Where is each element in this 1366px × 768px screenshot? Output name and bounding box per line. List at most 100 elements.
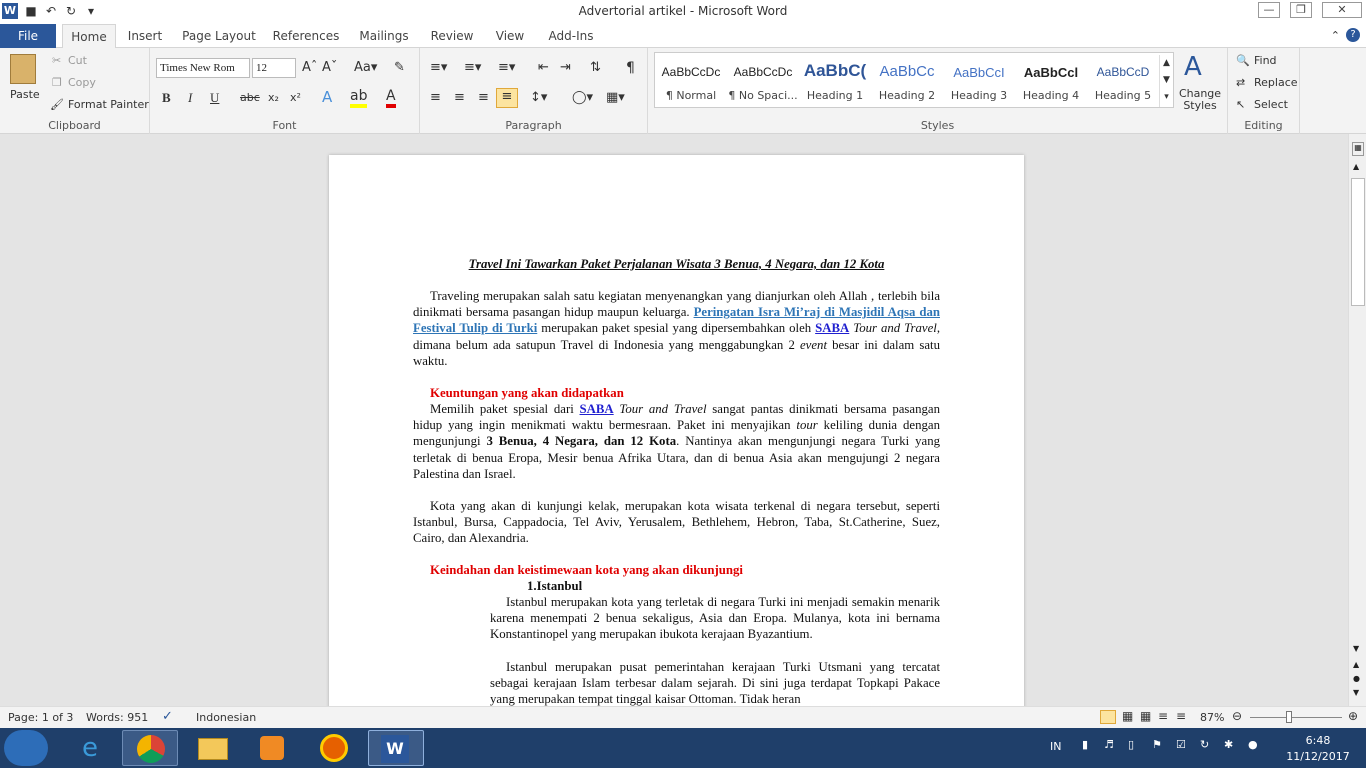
chrome-icon[interactable] xyxy=(122,730,178,766)
zoom-in-icon[interactable]: ⊕ xyxy=(1348,709,1358,723)
network-icon[interactable]: ▯ xyxy=(1128,738,1134,751)
battery-icon[interactable]: ▮ xyxy=(1082,738,1088,751)
sort-icon[interactable]: ⇅ xyxy=(590,60,601,75)
replace-icon[interactable]: ⇄ xyxy=(1236,76,1245,89)
align-left-icon[interactable]: ≡ xyxy=(430,90,441,105)
firefox-icon[interactable] xyxy=(306,730,362,766)
line-spacing-icon[interactable]: ↕▾ xyxy=(530,90,547,105)
styles-scroll-icon[interactable]: ▲ ▼ ▾ xyxy=(1159,55,1173,107)
font-size-input[interactable]: 12 xyxy=(252,58,296,78)
minimize-button[interactable]: — xyxy=(1258,2,1280,18)
zoom-level[interactable]: 87% xyxy=(1200,711,1224,724)
clock-date[interactable]: 11/12/2017 xyxy=(1282,750,1354,763)
web-layout-icon[interactable]: ▦ xyxy=(1140,709,1151,723)
select-icon[interactable]: ↖ xyxy=(1236,98,1245,111)
tray-app-icon[interactable]: ● xyxy=(1248,738,1258,751)
copy-button[interactable]: Copy xyxy=(68,76,96,89)
tab-mailings[interactable]: Mailings xyxy=(354,24,414,48)
proofing-icon[interactable]: ✓ xyxy=(162,709,173,724)
style-normal[interactable]: AaBbCcDc ¶ Normal xyxy=(655,53,727,109)
tab-references[interactable]: References xyxy=(270,24,342,48)
font-name-input[interactable]: Times New Rom xyxy=(156,58,250,78)
bullets-icon[interactable]: ≡▾ xyxy=(430,60,447,75)
italic-button[interactable]: I xyxy=(188,90,192,106)
change-case-icon[interactable]: Aa▾ xyxy=(354,60,377,75)
tab-view[interactable]: View xyxy=(490,24,530,48)
text-effects-icon[interactable]: A xyxy=(322,88,332,106)
tab-page-layout[interactable]: Page Layout xyxy=(180,24,258,48)
highlight-color-icon[interactable]: ab xyxy=(350,88,368,108)
print-layout-icon[interactable] xyxy=(1100,710,1116,724)
underline-button[interactable]: U xyxy=(210,90,219,106)
input-language[interactable]: IN xyxy=(1050,740,1061,753)
strikethrough-button[interactable]: abc xyxy=(240,91,260,104)
tab-home[interactable]: Home xyxy=(62,24,116,48)
increase-indent-icon[interactable]: ⇥ xyxy=(560,60,571,75)
grow-font-icon[interactable]: Aˆ xyxy=(302,60,317,75)
minimize-ribbon-icon[interactable]: ⌃ xyxy=(1331,29,1340,42)
browse-object-icon[interactable]: ● xyxy=(1353,674,1360,683)
media-player-icon[interactable] xyxy=(244,730,300,766)
tab-add-ins[interactable]: Add-Ins xyxy=(542,24,600,48)
bluetooth-icon[interactable]: ✱ xyxy=(1224,738,1233,751)
change-styles-icon[interactable]: A xyxy=(1184,52,1202,82)
tab-insert[interactable]: Insert xyxy=(122,24,168,48)
find-icon[interactable]: 🔍 xyxy=(1236,54,1250,67)
draft-icon[interactable]: ≡ xyxy=(1176,709,1186,723)
numbering-icon[interactable]: ≡▾ xyxy=(464,60,481,75)
outline-icon[interactable]: ≡ xyxy=(1158,709,1168,723)
scroll-down-icon[interactable]: ▼ xyxy=(1353,644,1359,653)
decrease-indent-icon[interactable]: ⇤ xyxy=(538,60,549,75)
language-indicator[interactable]: Indonesian xyxy=(196,711,256,724)
format-painter-icon[interactable]: 🖌 xyxy=(50,98,64,111)
cut-icon[interactable]: ✂ xyxy=(52,54,61,67)
subscript-button[interactable]: x₂ xyxy=(268,91,279,104)
word-count[interactable]: Words: 951 xyxy=(86,711,148,724)
restore-button[interactable]: ❐ xyxy=(1290,2,1312,18)
style-heading-4[interactable]: AaBbCcl Heading 4 xyxy=(1015,53,1087,109)
clock-time[interactable]: 6:48 xyxy=(1300,734,1336,747)
find-button[interactable]: Find xyxy=(1254,54,1277,67)
paste-button[interactable]: Paste xyxy=(10,88,40,101)
style-heading-1[interactable]: AaBbC(Heading 1 xyxy=(799,53,871,109)
close-button[interactable]: ✕ xyxy=(1322,2,1362,18)
scroll-thumb[interactable] xyxy=(1351,178,1365,306)
security-icon[interactable]: ☑ xyxy=(1176,738,1186,751)
saba-link[interactable]: SABA xyxy=(815,321,849,335)
full-screen-reading-icon[interactable]: ▦ xyxy=(1122,709,1133,723)
shrink-font-icon[interactable]: Aˇ xyxy=(322,60,337,75)
tab-file[interactable]: File xyxy=(0,24,56,48)
style-heading-5[interactable]: AaBbCcD Heading 5 xyxy=(1087,53,1159,109)
sync-icon[interactable]: ↻ xyxy=(1200,738,1209,751)
change-styles-button[interactable]: Change Styles xyxy=(1176,88,1224,112)
font-color-icon[interactable]: A xyxy=(386,88,396,108)
show-formatting-icon[interactable]: ¶ xyxy=(626,60,635,76)
saba-link-2[interactable]: SABA xyxy=(580,402,614,416)
style-no-spacing[interactable]: AaBbCcDc ¶ No Spaci... xyxy=(727,53,799,109)
vertical-scrollbar[interactable]: ▦ ▲ ▼ ▲ ● ▼ xyxy=(1348,134,1366,706)
borders-icon[interactable]: ▦▾ xyxy=(606,90,625,105)
replace-button[interactable]: Replace xyxy=(1254,76,1298,89)
file-explorer-icon[interactable] xyxy=(184,730,240,766)
justify-icon[interactable]: ≡ xyxy=(496,88,518,108)
action-center-icon[interactable]: ⚑ xyxy=(1152,738,1162,751)
copy-icon[interactable]: ❐ xyxy=(52,76,62,89)
zoom-slider-thumb[interactable] xyxy=(1286,711,1292,723)
zoom-out-icon[interactable]: ⊖ xyxy=(1232,709,1242,723)
volume-icon[interactable]: ♬ xyxy=(1104,738,1114,751)
internet-explorer-icon[interactable]: e xyxy=(62,730,118,766)
word-taskbar-icon[interactable]: W xyxy=(368,730,424,766)
start-button-icon[interactable] xyxy=(4,730,48,766)
align-center-icon[interactable]: ≡ xyxy=(454,90,465,105)
next-page-icon[interactable]: ▼ xyxy=(1353,688,1359,697)
paste-icon[interactable] xyxy=(10,54,36,84)
select-button[interactable]: Select xyxy=(1254,98,1288,111)
format-painter-button[interactable]: Format Painter xyxy=(68,98,149,111)
scroll-up-icon[interactable]: ▲ xyxy=(1353,162,1359,171)
ruler-toggle-icon[interactable]: ▦ xyxy=(1352,142,1364,156)
cut-button[interactable]: Cut xyxy=(68,54,87,67)
bold-button[interactable]: B xyxy=(162,90,171,106)
style-heading-3[interactable]: AaBbCcI Heading 3 xyxy=(943,53,1015,109)
superscript-button[interactable]: x² xyxy=(290,91,301,104)
align-right-icon[interactable]: ≡ xyxy=(478,90,489,105)
